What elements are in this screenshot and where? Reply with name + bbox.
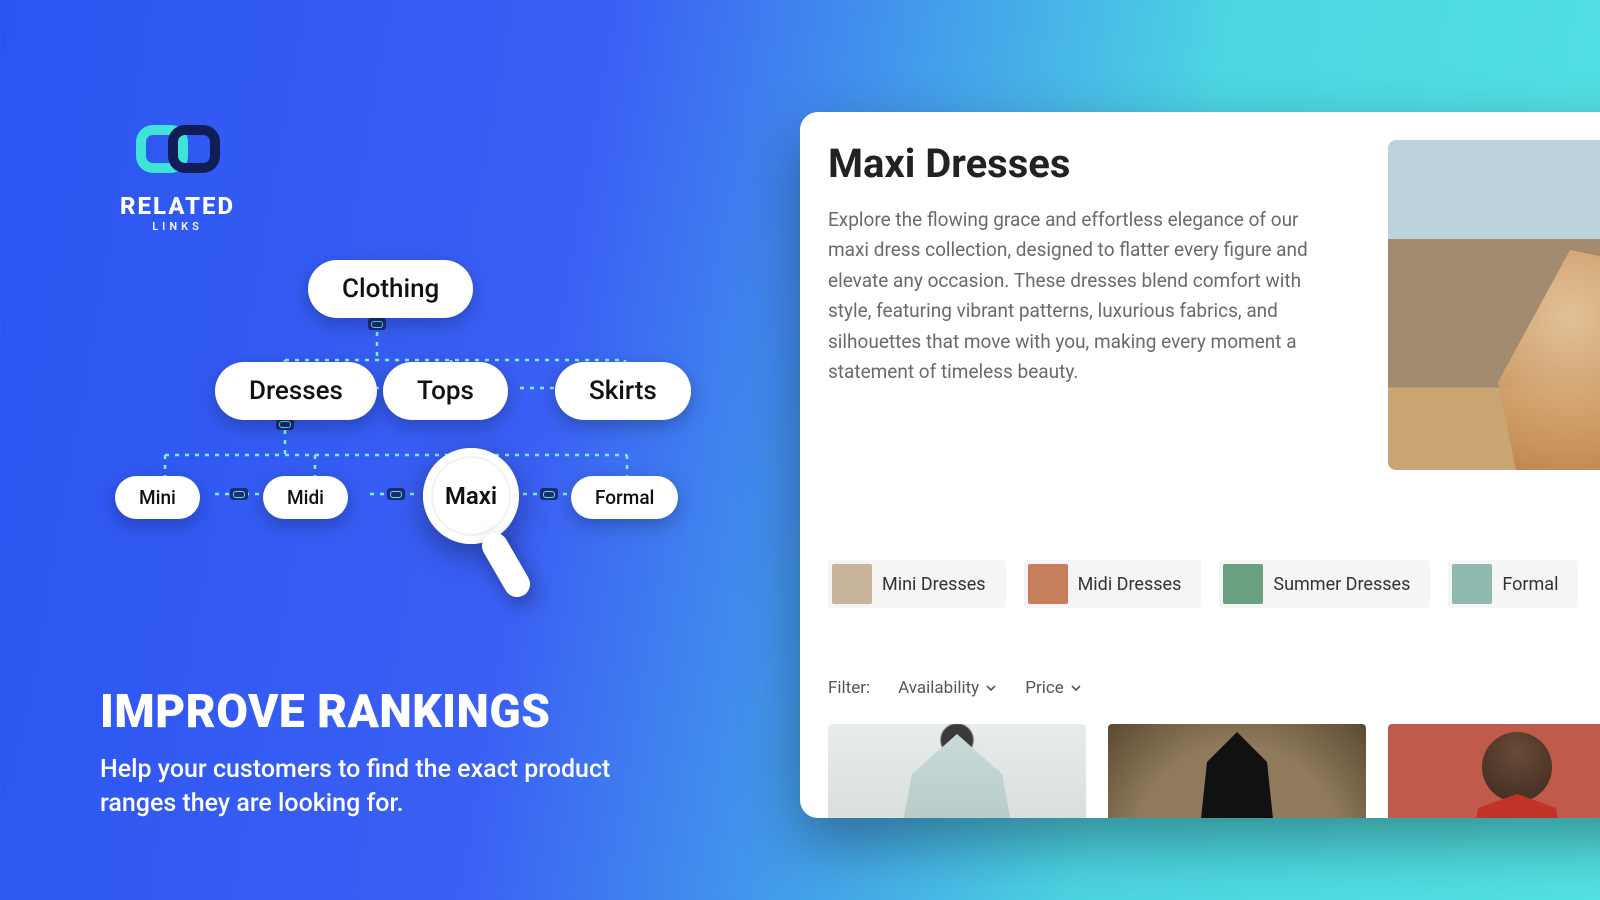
brand-title: RELATED (120, 192, 235, 220)
brand-block: RELATED LINKS (120, 120, 235, 233)
filter-availability[interactable]: Availability (898, 678, 997, 698)
tree-node-mini[interactable]: Mini (115, 476, 200, 519)
related-thumb (1223, 564, 1263, 604)
collection-hero-image (1388, 140, 1600, 470)
tree-node-formal[interactable]: Formal (571, 476, 678, 519)
related-label: Summer Dresses (1273, 574, 1410, 595)
link-icon (368, 318, 386, 330)
chevron-down-icon (985, 682, 997, 694)
related-label: Mini Dresses (882, 574, 986, 595)
related-links-row: Mini Dresses Midi Dresses Summer Dresses… (828, 560, 1600, 608)
tree-node-dresses[interactable]: Dresses (215, 362, 377, 420)
brand-logo (133, 120, 223, 178)
filter-availability-label: Availability (898, 678, 979, 698)
related-link-summer[interactable]: Summer Dresses (1219, 560, 1430, 608)
tree-node-midi[interactable]: Midi (263, 476, 348, 519)
related-label: Formal (1502, 574, 1558, 595)
related-thumb (1452, 564, 1492, 604)
product-card[interactable] (1388, 724, 1600, 818)
related-thumb (1028, 564, 1068, 604)
chevron-down-icon (1070, 682, 1082, 694)
related-link-midi[interactable]: Midi Dresses (1024, 560, 1202, 608)
related-label: Midi Dresses (1078, 574, 1182, 595)
product-card[interactable] (828, 724, 1086, 818)
filter-label: Filter: (828, 678, 870, 698)
product-grid (828, 724, 1600, 818)
link-icon (387, 488, 405, 500)
headline-block: IMPROVE RANKINGS Help your customers to … (100, 685, 640, 821)
brand-subtitle: LINKS (120, 220, 235, 233)
tree-node-tops[interactable]: Tops (383, 362, 508, 420)
tree-node-skirts[interactable]: Skirts (555, 362, 691, 420)
filter-price[interactable]: Price (1025, 678, 1082, 698)
tree-node-maxi-label: Maxi (445, 482, 497, 510)
headline-title: IMPROVE RANKINGS (100, 685, 640, 739)
product-card[interactable] (1108, 724, 1366, 818)
related-link-mini[interactable]: Mini Dresses (828, 560, 1006, 608)
collection-card: Maxi Dresses Explore the flowing grace a… (800, 112, 1600, 818)
link-icon (230, 488, 248, 500)
related-link-formal[interactable]: Formal (1448, 560, 1578, 608)
tree-node-clothing[interactable]: Clothing (308, 260, 473, 318)
category-tree: Clothing Dresses Tops Skirts Mini Midi F… (115, 260, 765, 590)
filter-bar: Filter: Availability Price Sort (828, 678, 1600, 698)
collection-title: Maxi Dresses (828, 140, 1358, 187)
filter-price-label: Price (1025, 678, 1064, 698)
related-thumb (832, 564, 872, 604)
collection-description: Explore the flowing grace and effortless… (828, 205, 1328, 387)
link-icon (540, 488, 558, 500)
headline-body: Help your customers to find the exact pr… (100, 753, 640, 821)
tree-node-maxi[interactable]: Maxi (423, 448, 519, 544)
